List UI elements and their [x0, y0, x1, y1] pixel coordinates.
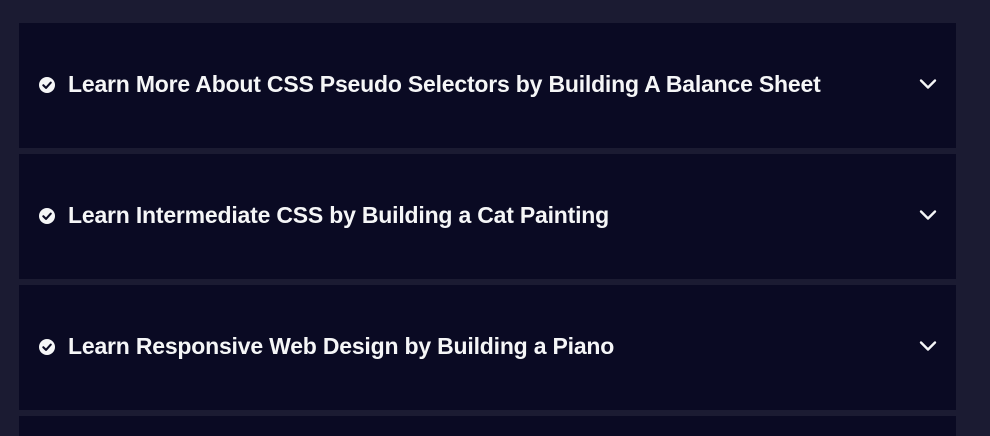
course-block-title: Learn Intermediate CSS by Building a Cat… [68, 201, 610, 228]
course-block-piano[interactable]: Learn Responsive Web Design by Building … [19, 285, 956, 410]
chevron-down-icon[interactable] [919, 206, 937, 224]
course-block-title: Learn More About CSS Pseudo Selectors by… [68, 70, 821, 97]
course-block-cat-painting[interactable]: Learn Intermediate CSS by Building a Cat… [19, 154, 956, 279]
course-block-balance-sheet[interactable]: Learn More About CSS Pseudo Selectors by… [19, 23, 956, 148]
course-block-partial[interactable] [19, 416, 956, 436]
course-block-title: Learn Responsive Web Design by Building … [68, 332, 615, 359]
check-circle-icon [39, 207, 55, 224]
course-block-list: Learn More About CSS Pseudo Selectors by… [19, 23, 956, 436]
check-circle-icon [39, 338, 55, 355]
check-circle-icon [39, 76, 55, 93]
chevron-down-icon[interactable] [919, 337, 937, 355]
chevron-down-icon[interactable] [919, 75, 937, 93]
